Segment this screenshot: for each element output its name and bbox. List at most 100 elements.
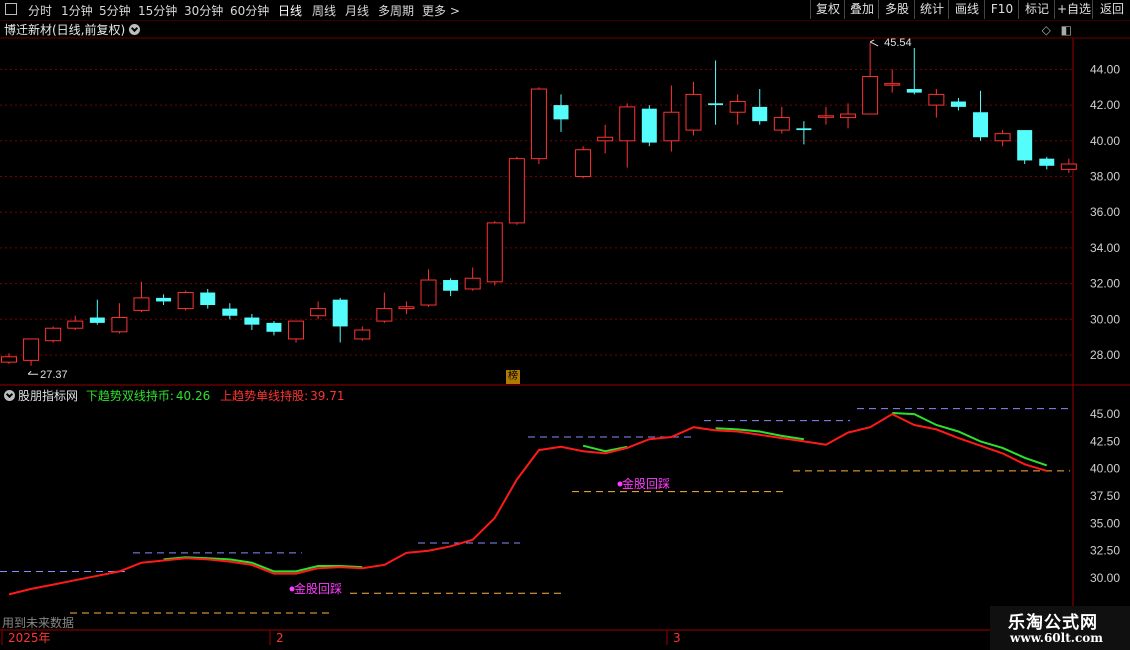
period-tab-monthly[interactable]: 月线 xyxy=(345,2,369,19)
panel-controls: ◇ ◧ xyxy=(1042,23,1072,37)
price-tick-label: 32.00 xyxy=(1090,277,1120,291)
candle-body-down xyxy=(200,292,216,306)
candle-body-up xyxy=(817,115,834,118)
candle-body-down xyxy=(1039,158,1055,166)
down-trend-label: 下趋势双线持币: xyxy=(85,389,174,403)
candle-body-up xyxy=(67,320,84,329)
period-tab-multi[interactable]: 多周期 xyxy=(378,2,414,19)
candle-body-up xyxy=(464,277,481,290)
candle-body-down xyxy=(708,103,724,106)
f10-button[interactable]: F10 xyxy=(984,0,1019,19)
price-tick-label: 30.00 xyxy=(1090,312,1120,326)
indicator-header: 股朋指标网 下趋势双线持币: 40.26 上趋势单线持股: 39.71 xyxy=(4,387,344,404)
price-tick-label: 38.00 xyxy=(1090,170,1120,184)
period-tab-weekly[interactable]: 周线 xyxy=(312,2,336,19)
indicator-name: 股朋指标网 xyxy=(18,389,79,403)
ranking-badge[interactable]: 榜 xyxy=(506,370,520,384)
up-trend-label: 上趋势单线持股: xyxy=(220,389,309,403)
candle-body-up xyxy=(376,308,393,322)
candle-body-up xyxy=(619,106,636,142)
time-axis-label: 3 xyxy=(673,631,681,645)
candle-body-up xyxy=(862,76,879,115)
golden-pullback-signal: 金股回踩 xyxy=(294,581,342,596)
site-watermark: 乐淘公式网 www.60lt.com xyxy=(990,606,1130,650)
candle-body-up xyxy=(597,136,614,142)
candle-body-up xyxy=(928,93,945,106)
candle-body-up xyxy=(530,88,547,160)
period-tab-daily[interactable]: 日线 xyxy=(278,2,302,19)
up-trend-line xyxy=(8,412,1048,596)
indicator-tick-label: 35.00 xyxy=(1090,516,1120,530)
candle-body-up xyxy=(840,113,857,119)
price-tick-label: 40.00 xyxy=(1090,134,1120,148)
candle-body-up xyxy=(773,117,790,131)
price-tick-label: 42.00 xyxy=(1090,98,1120,112)
add-watchlist-button[interactable]: +自选 xyxy=(1054,0,1093,19)
time-axis-label: 2 xyxy=(276,631,284,645)
kline-chart-canvas[interactable]: 44.00 42.00 40.00 38.00 36.00 34.00 32.00 30.00… xyxy=(0,0,1130,650)
candle-body-up xyxy=(177,292,194,310)
candle-body-up xyxy=(1,356,17,363)
time-axis-label: 2025年 xyxy=(8,631,51,645)
stats-button[interactable]: 统计 xyxy=(914,0,949,19)
candle-body-up xyxy=(354,329,371,340)
indicator-tick-label: 40.00 xyxy=(1090,462,1120,476)
candle-body-down xyxy=(641,108,657,143)
candle-body-up xyxy=(420,279,437,306)
indicator-tick-label: 32.50 xyxy=(1090,544,1120,558)
period-tab-fenshi[interactable]: 分时 xyxy=(28,2,52,19)
period-tab-1min[interactable]: 1分钟 xyxy=(61,2,93,19)
low-marker-arrow xyxy=(27,370,39,375)
overlay-button[interactable]: 叠加 xyxy=(844,0,879,19)
mark-button[interactable]: 标记 xyxy=(1018,0,1055,19)
candle-body-up xyxy=(288,320,305,340)
indicator-tick-label: 30.00 xyxy=(1090,571,1120,585)
future-data-note: 用到未来数据 xyxy=(2,616,75,630)
period-tab-60min[interactable]: 60分钟 xyxy=(230,2,269,19)
period-tab-15min[interactable]: 15分钟 xyxy=(138,2,177,19)
back-button[interactable]: 返回 xyxy=(1092,0,1130,19)
candle-body-up xyxy=(508,158,525,224)
candle-body-up xyxy=(133,297,150,311)
period-tab-30min[interactable]: 30分钟 xyxy=(184,2,223,19)
candle-body-up xyxy=(111,317,128,333)
multi-stock-button[interactable]: 多股 xyxy=(878,0,915,19)
candle-body-up xyxy=(486,222,503,283)
up-trend-value: 39.71 xyxy=(310,389,345,403)
candle-body-down xyxy=(906,89,922,93)
window-menu-icon[interactable] xyxy=(5,3,17,15)
price-tick-label: 36.00 xyxy=(1090,205,1120,219)
price-tick-label: 28.00 xyxy=(1090,348,1120,362)
diamond-icon[interactable]: ◇ xyxy=(1042,23,1051,37)
candle-body-down xyxy=(950,101,966,107)
period-toolbar: 分时 1分钟 5分钟 15分钟 30分钟 60分钟 日线 周线 月线 多周期 更… xyxy=(0,0,1130,21)
candle-body-up xyxy=(575,149,592,178)
candle-body-up xyxy=(310,308,327,317)
period-tab-more[interactable]: 更多 > xyxy=(422,2,460,19)
candle-body-down xyxy=(752,106,768,122)
low-price-label: 27.37 xyxy=(40,369,68,381)
toggle-panel-icon[interactable]: ◧ xyxy=(1061,23,1072,37)
watermark-url: www.60lt.com xyxy=(1010,631,1103,645)
stock-title: 博迁新材(日线,前复权) xyxy=(4,23,126,37)
candle-body-up xyxy=(1060,163,1077,170)
stock-title-bar: 博迁新材(日线,前复权) xyxy=(4,21,141,38)
period-tab-5min[interactable]: 5分钟 xyxy=(99,2,131,19)
candle-body-down xyxy=(1017,130,1033,161)
indicator-tick-label: 37.50 xyxy=(1090,489,1120,503)
chevron-down-icon[interactable] xyxy=(4,390,15,401)
candle-body-down xyxy=(89,317,105,323)
candle-body-down xyxy=(796,128,812,131)
fuquan-button[interactable]: 复权 xyxy=(810,0,845,19)
candle-body-up xyxy=(994,133,1011,142)
candle-body-down xyxy=(332,299,348,327)
price-tick-label: 44.00 xyxy=(1090,62,1120,76)
candle-body-up xyxy=(729,101,746,113)
candle-body-down xyxy=(443,280,459,291)
candle-body-down xyxy=(973,112,989,138)
price-tick-label: 34.00 xyxy=(1090,241,1120,255)
draw-line-button[interactable]: 画线 xyxy=(948,0,985,19)
high-price-label: 45.54 xyxy=(884,37,912,49)
golden-pullback-signal: 金股回踩 xyxy=(622,476,670,491)
chevron-down-icon[interactable] xyxy=(129,24,141,35)
